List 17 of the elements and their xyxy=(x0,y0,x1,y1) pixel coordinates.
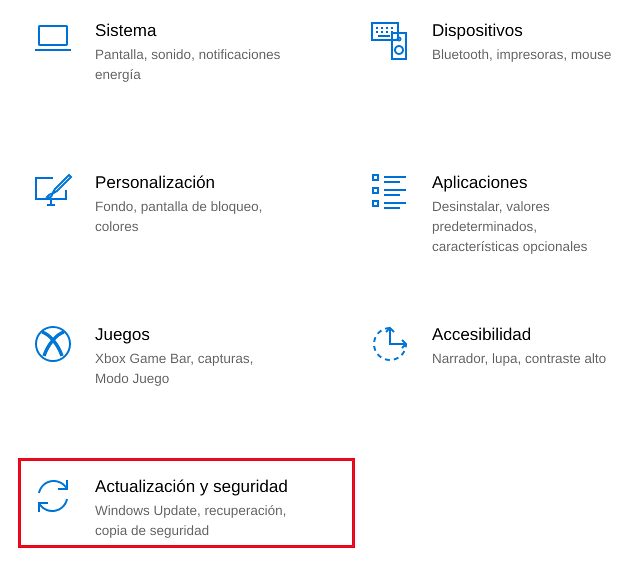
xbox-circle-icon[interactable] xyxy=(33,324,73,364)
category-description: Desinstalar, valores predeterminados, características opcionales xyxy=(432,198,588,256)
category-description: Xbox Game Bar, capturas, Modo Juego xyxy=(95,350,254,388)
category-description: Bluetooth, impresoras, mouse xyxy=(432,46,612,64)
category-title[interactable]: Accesibilidad xyxy=(432,324,606,346)
category-description: Windows Update, recuperación, copia de seguridad xyxy=(95,502,288,540)
category-title[interactable]: Juegos xyxy=(95,324,254,346)
category-description: Pantalla, sonido, notificaciones energía xyxy=(95,46,280,84)
category-title[interactable]: Actualización y seguridad xyxy=(95,476,288,498)
category-title[interactable]: Personalización xyxy=(95,172,262,194)
category-title[interactable]: Dispositivos xyxy=(432,20,612,42)
category-title[interactable]: Sistema xyxy=(95,20,280,42)
keyboard-speaker-icon[interactable] xyxy=(370,20,410,60)
category-description: Narrador, lupa, contraste alto xyxy=(432,350,606,368)
category-title[interactable]: Aplicaciones xyxy=(432,172,588,194)
accessibility-icon[interactable] xyxy=(370,324,410,364)
category-description: Fondo, pantalla de bloqueo, colores xyxy=(95,198,262,236)
